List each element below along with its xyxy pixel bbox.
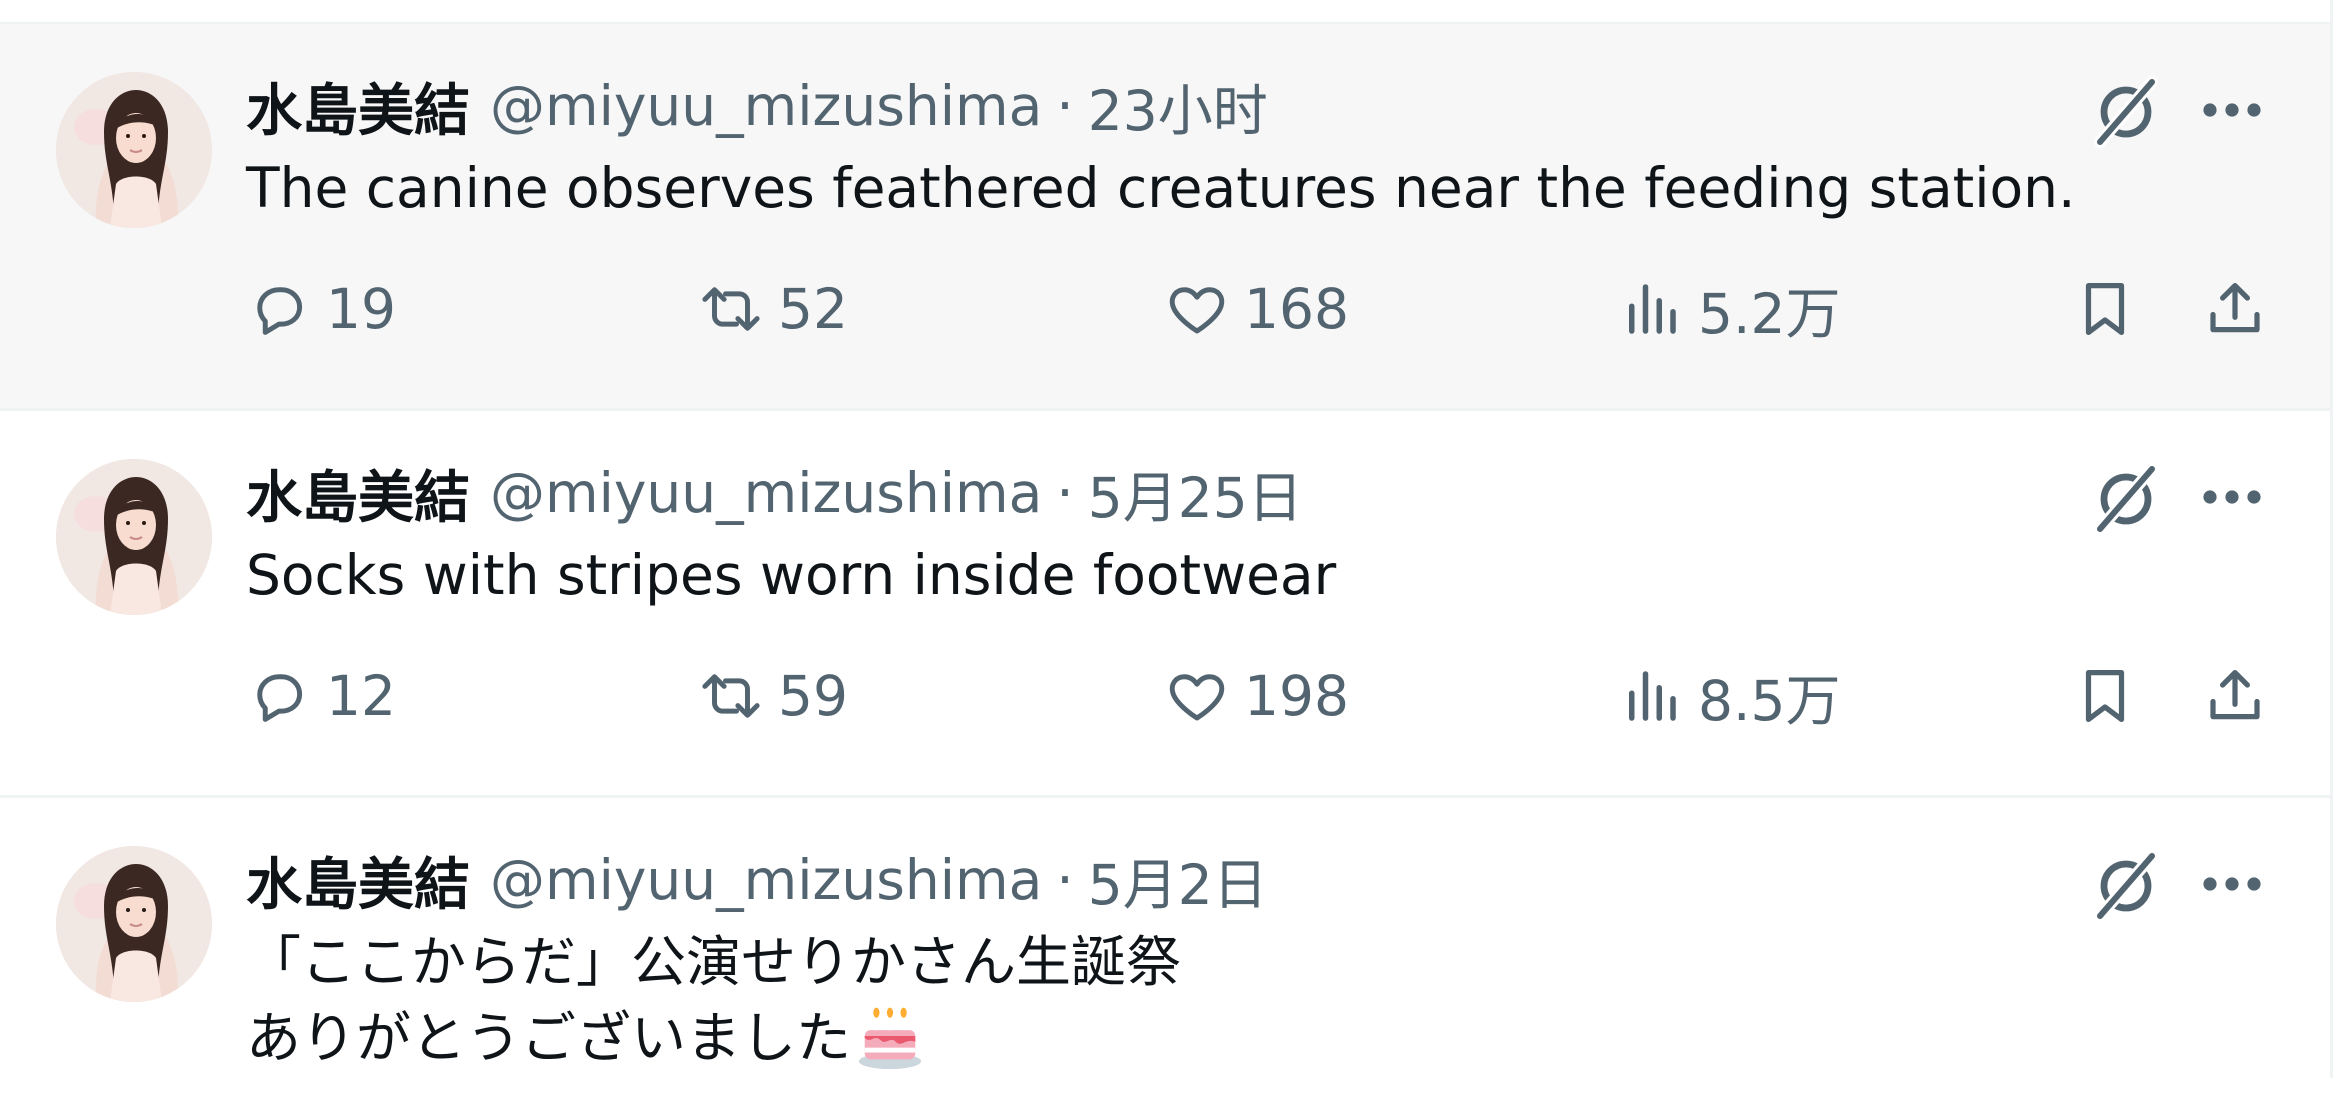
bookmark-icon [2085,283,2125,335]
timeline-feed: 水島美結 @miyuu_mizushima · 23小时 The canine … [0,0,2333,1078]
tweet-text-line-content: ありがとうございました [246,1006,852,1070]
bookmark-button[interactable] [2072,656,2138,736]
birthday-cake-icon [855,1001,925,1071]
timestamp[interactable]: 23小时 [1088,66,1268,146]
user-handle[interactable]: @miyuu_mizushima [490,848,1042,912]
reply-icon [257,287,303,335]
tweet-text: 「ここからだ」公演せりかさん生誕祭 ありがとうございました [246,924,1181,1076]
views-icon [1629,671,1676,721]
avatar[interactable] [56,72,212,228]
share-icon [2210,283,2260,333]
separator-dot: · [1056,848,1074,912]
display-name[interactable]: 水島美結 [246,453,470,534]
previous-item-edge [0,0,2330,24]
more-options-icon[interactable] [2196,467,2268,527]
like-button[interactable]: 198 [1164,656,1349,736]
repost-icon [702,287,760,331]
tweet-card[interactable]: 水島美結 @miyuu_mizushima · 5月25日 Socks with… [0,411,2330,798]
like-button[interactable]: 168 [1164,269,1349,349]
share-icon [2210,670,2260,720]
user-handle[interactable]: @miyuu_mizushima [490,74,1042,138]
reply-count: 19 [326,277,396,341]
bookmark-icon [2085,670,2125,722]
view-count: 5.2万 [1698,282,1841,346]
repost-count: 52 [778,277,848,341]
views-button[interactable]: 5.2万 [1618,269,1840,349]
tweet-actions: 19 52 168 5.2万 [246,269,2276,349]
repost-count: 59 [778,664,848,728]
tweet-card[interactable]: 水島美結 @miyuu_mizushima · 23小时 The canine … [0,24,2330,411]
user-handle[interactable]: @miyuu_mizushima [490,461,1042,525]
tweet-header: 水島美結 @miyuu_mizushima · 5月25日 [246,461,1303,531]
like-icon [1169,287,1225,334]
repost-icon [702,674,760,718]
tweet-card[interactable]: 水島美結 @miyuu_mizushima · 5月2日 「ここからだ」公演せり… [0,798,2330,1098]
share-button[interactable] [2202,656,2268,736]
display-name[interactable]: 水島美結 [246,840,470,921]
timestamp[interactable]: 5月25日 [1088,453,1303,533]
repost-button[interactable]: 52 [698,269,848,349]
like-icon [1169,674,1225,721]
like-count: 168 [1244,277,1349,341]
views-button[interactable]: 8.5万 [1618,656,1840,736]
separator-dot: · [1056,461,1074,525]
reply-button[interactable]: 19 [246,269,396,349]
view-count: 8.5万 [1698,669,1841,733]
repost-button[interactable]: 59 [698,656,848,736]
tweet-actions: 12 59 198 8.5万 [246,656,2276,736]
share-button[interactable] [2202,269,2268,349]
tweet-text: Socks with stripes worn inside footwear [246,543,1337,607]
grok-icon[interactable] [2086,846,2166,926]
grok-icon[interactable] [2086,459,2166,539]
reply-button[interactable]: 12 [246,656,396,736]
reply-count: 12 [326,664,396,728]
display-name[interactable]: 水島美結 [246,66,470,147]
reply-icon [257,674,303,722]
separator-dot: · [1056,74,1074,138]
tweet-text-line: ありがとうございました [246,1000,1181,1076]
more-options-icon[interactable] [2196,80,2268,140]
tweet-text: The canine observes feathered creatures … [246,156,2076,220]
views-icon [1629,284,1676,334]
timestamp[interactable]: 5月2日 [1088,840,1268,920]
avatar[interactable] [56,459,212,615]
tweet-header: 水島美結 @miyuu_mizushima · 5月2日 [246,848,1268,918]
tweet-header: 水島美結 @miyuu_mizushima · 23小时 [246,74,1268,144]
grok-icon[interactable] [2086,72,2166,152]
bookmark-button[interactable] [2072,269,2138,349]
more-options-icon[interactable] [2196,854,2268,914]
like-count: 198 [1244,664,1349,728]
tweet-text-line: 「ここからだ」公演せりかさん生誕祭 [246,930,1182,994]
avatar[interactable] [56,846,212,1002]
